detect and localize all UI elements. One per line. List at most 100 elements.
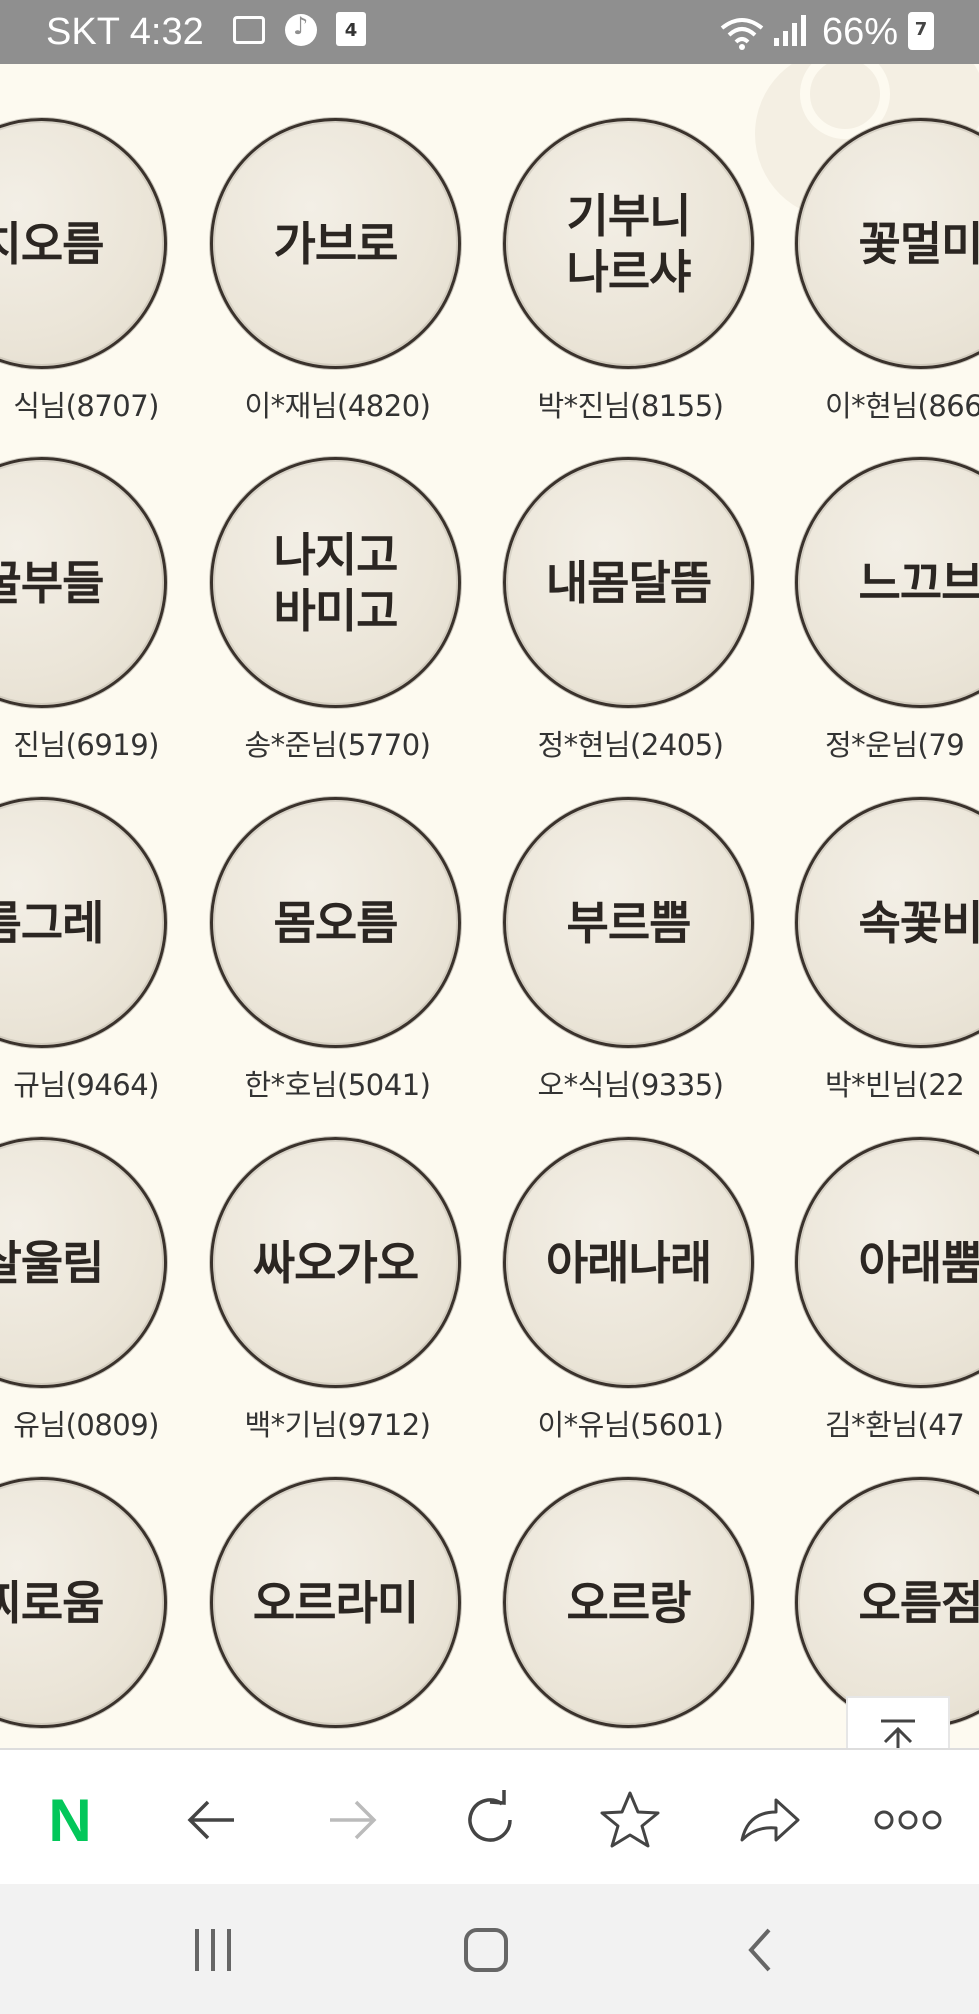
browser-toolbar: N (0, 1748, 979, 1884)
oreum-name-circle[interactable]: 몸오름 (210, 797, 461, 1048)
oreum-name-circle[interactable]: 오름점 (795, 1477, 979, 1728)
oreum-item[interactable]: 나지고 바미고 송*준님(5770) (210, 457, 465, 764)
oreum-author: 이*재님(4820) (244, 389, 431, 423)
battery-icon-number: 7 (914, 19, 928, 40)
oreum-name-circle[interactable]: 살울림 (0, 1137, 167, 1388)
system-back-button[interactable] (720, 1920, 800, 1980)
back-button[interactable] (172, 1780, 252, 1860)
oreum-author: 유님(0809) (13, 1408, 159, 1442)
oreum-author: 진님(6919) (13, 728, 159, 762)
oreum-item[interactable]: 속꽃비박*빈님(22 (795, 797, 979, 1104)
oreum-name-circle[interactable]: 내몸달뜸 (503, 457, 754, 708)
oreum-item[interactable]: 몸오름한*호님(5041) (210, 797, 465, 1104)
oreum-item[interactable]: 아래나래이*유님(5601) (503, 1137, 758, 1444)
oreum-name: 기부니 나르샤 (566, 188, 692, 299)
share-button[interactable] (730, 1780, 810, 1860)
oreum-name: 오르라미 (252, 1575, 419, 1630)
oreum-item[interactable]: 치오름식님(8707) (0, 118, 171, 425)
oreum-item[interactable]: 오르라미 (210, 1477, 465, 1742)
oreum-name: 살울림 (0, 1235, 104, 1290)
back-icon (187, 1800, 234, 1840)
oreum-name-circle[interactable]: 싸오가오 (210, 1137, 461, 1388)
recent-apps-button[interactable] (173, 1920, 253, 1980)
oreum-name: 오름점 (858, 1575, 979, 1630)
oreum-name-circle[interactable]: 오르라미 (210, 1477, 461, 1728)
oreum-item[interactable]: 아래뿜 김*환님(47 (795, 1137, 979, 1444)
oreum-name-circle[interactable]: 나지고 바미고 (210, 457, 461, 708)
oreum-name: 아래뿜 (858, 1235, 979, 1290)
share-icon (740, 1798, 800, 1842)
calendar-icon: 4 (336, 12, 366, 46)
oreum-name: 찌로움 (0, 1575, 104, 1630)
oreum-name: 몸오름 (273, 895, 399, 950)
refresh-button[interactable] (450, 1780, 530, 1860)
oreum-item[interactable]: 름그레규님(9464) (0, 797, 171, 1104)
naver-home-button[interactable]: N (30, 1780, 110, 1860)
recent-apps-icon (195, 1929, 231, 1971)
gallery-icon (233, 16, 265, 44)
naver-logo-icon: N (48, 1786, 92, 1854)
oreum-author: 박*진님(8155) (537, 389, 724, 423)
oreum-name: 아래나래 (545, 1235, 712, 1290)
oreum-name: 름그레 (0, 895, 104, 950)
oreum-author: 이*현님(866 (825, 389, 979, 423)
oreum-name: 느끄브 (858, 555, 979, 610)
web-content[interactable]: 치오름식님(8707)가브로이*재님(4820)기부니 나르샤박*진님(8155… (0, 64, 979, 1748)
oreum-author: 이*유님(5601) (537, 1408, 724, 1442)
wifi-icon (720, 18, 764, 50)
oreum-item[interactable]: 싸오가오백*기님(9712) (210, 1137, 465, 1444)
system-nav-bar (0, 1884, 979, 2014)
home-icon (464, 1928, 508, 1972)
signal-icon (774, 15, 806, 46)
home-button[interactable] (446, 1920, 526, 1980)
bookmark-button[interactable] (590, 1780, 670, 1860)
battery-percent: 66% (822, 11, 899, 53)
calendar-day: 4 (344, 20, 358, 41)
refresh-icon (468, 1790, 512, 1842)
oreum-name-circle[interactable]: 아래뿜 (795, 1137, 979, 1388)
oreum-item[interactable]: 살울림유님(0809) (0, 1137, 171, 1444)
oreum-name-circle[interactable]: 아래나래 (503, 1137, 754, 1388)
oreum-name: 내몸달뜸 (545, 555, 712, 610)
oreum-item[interactable]: 찌로움 (0, 1477, 171, 1742)
forward-icon (330, 1800, 377, 1840)
oreum-item[interactable]: 꿀부들진님(6919) (0, 457, 171, 764)
oreum-author: 오*식님(9335) (537, 1068, 724, 1102)
oreum-name-circle[interactable]: 오르랑 (503, 1477, 754, 1728)
oreum-name-circle[interactable]: 찌로움 (0, 1477, 167, 1728)
oreum-item[interactable]: 느끄브정*운님(79 (795, 457, 979, 764)
oreum-item[interactable]: 꽃멀미이*현님(866 (795, 118, 979, 425)
oreum-name-circle[interactable]: 기부니 나르샤 (503, 118, 754, 369)
oreum-item[interactable]: 가브로이*재님(4820) (210, 118, 465, 425)
oreum-name-circle[interactable]: 름그레 (0, 797, 167, 1048)
oreum-name-circle[interactable]: 꿀부들 (0, 457, 167, 708)
oreum-name-circle[interactable]: 꽃멀미 (795, 118, 979, 369)
oreum-item[interactable]: 기부니 나르샤박*진님(8155) (503, 118, 758, 425)
oreum-name: 가브로 (273, 216, 399, 271)
oreum-name: 나지고 바미고 (273, 527, 399, 638)
oreum-item[interactable]: 내몸달뜸 정*현님(2405) (503, 457, 758, 764)
oreum-name-circle[interactable]: 가브로 (210, 118, 461, 369)
oreum-name-circle[interactable]: 치오름 (0, 118, 167, 369)
oreum-name-circle[interactable]: 속꽃비 (795, 797, 979, 1048)
star-icon (600, 1791, 660, 1848)
oreum-name-circle[interactable]: 느끄브 (795, 457, 979, 708)
oreum-author: 정*운님(79 (825, 728, 965, 762)
oreum-item[interactable]: 오르랑 (503, 1477, 758, 1742)
system-back-icon (748, 1928, 771, 1972)
scroll-to-top-button[interactable] (846, 1696, 950, 1748)
forward-button[interactable] (312, 1780, 392, 1860)
oreum-author: 한*호님(5041) (244, 1068, 431, 1102)
status-carrier-time: SKT 4:32 (46, 11, 204, 53)
oreum-name-circle[interactable]: 부르쁨 (503, 797, 754, 1048)
more-icon (874, 1810, 942, 1830)
arrow-up-to-top-icon (881, 1719, 915, 1748)
oreum-author: 박*빈님(22 (825, 1068, 965, 1102)
oreum-name: 꽃멀미 (858, 216, 979, 271)
oreum-name: 꿀부들 (0, 555, 104, 610)
oreum-item[interactable]: 부르쁨오*식님(9335) (503, 797, 758, 1104)
oreum-author: 규님(9464) (13, 1068, 159, 1102)
more-button[interactable] (868, 1780, 948, 1860)
oreum-name: 치오름 (0, 216, 104, 271)
oreum-author: 백*기님(9712) (244, 1408, 431, 1442)
